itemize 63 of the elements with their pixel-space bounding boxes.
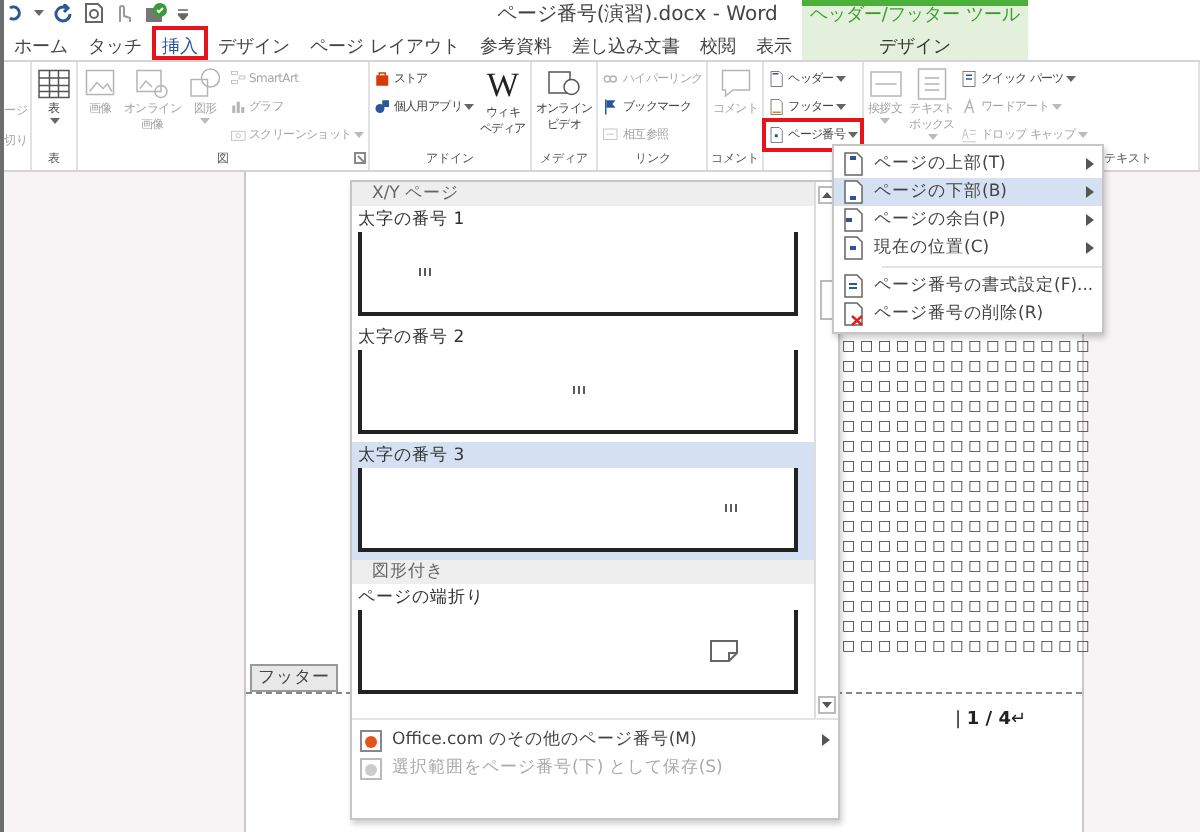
shapes-icon (187, 66, 224, 102)
comment-icon (717, 66, 754, 102)
gallery-item[interactable]: 太字の番号 3 (352, 442, 814, 560)
dropcap-icon (960, 126, 979, 144)
scroll-up-icon[interactable] (818, 186, 836, 204)
menu-item[interactable]: ページの余白(P) (834, 206, 1102, 234)
scrollbar[interactable] (814, 182, 838, 718)
submenu-arrow-icon (1086, 158, 1094, 170)
submenu-arrow-icon (1086, 242, 1094, 254)
page-number-mark-icon (724, 504, 738, 512)
caret-icon (34, 10, 44, 16)
ribbon-tab[interactable]: 差し込み文書 (561, 26, 690, 60)
redo-icon[interactable] (54, 3, 74, 23)
page-top-icon (842, 152, 864, 176)
gallery-section-title: X/Y ページ (352, 182, 814, 206)
contextual-tab-header: ヘッダー/フッター ツール (807, 6, 1022, 26)
page-margin-icon (842, 208, 864, 232)
menu-item[interactable]: ページ番号の書式設定(F)... (834, 272, 1102, 300)
undo-icon[interactable] (8, 4, 24, 22)
gallery-menu-item[interactable]: Office.com のその他のページ番号(M) (352, 726, 838, 754)
table-icon (36, 66, 72, 102)
bookmark-icon (602, 98, 621, 116)
page-number-mark-icon (571, 386, 585, 394)
footer-tag: フッター (250, 664, 338, 692)
submenu-arrow-icon (1086, 186, 1094, 198)
remove-page-number-icon (842, 302, 864, 326)
store-icon (373, 70, 392, 88)
page-number-icon (768, 126, 787, 144)
customize-icon[interactable] (178, 7, 188, 19)
wordart-icon (960, 98, 979, 116)
submenu-arrow-icon (1086, 214, 1094, 226)
page-number-text: | 1 / 4↵ (954, 710, 1026, 730)
ribbon-tab[interactable]: タッチ (78, 26, 152, 60)
gallery-section-title: 図形付き (352, 560, 814, 584)
scroll-down-icon[interactable] (818, 696, 836, 714)
ribbon-tab[interactable]: 挿入 (152, 26, 208, 60)
chart-icon (229, 98, 248, 116)
print-preview-icon[interactable] (84, 2, 104, 24)
ribbon-tab[interactable]: デザイン (208, 26, 300, 60)
ribbon-tab[interactable]: 校閲 (689, 26, 746, 60)
submenu-arrow-icon (822, 734, 830, 746)
window-title: ページ番号(演習).docx - Word (496, 1, 778, 27)
ribbon-tab[interactable]: 参考資料 (469, 26, 562, 60)
folded-corner-icon (710, 639, 738, 661)
dialog-launcher-icon[interactable] (353, 152, 366, 164)
screenshot-icon (229, 126, 248, 144)
current-position-icon (842, 236, 864, 260)
menu-item[interactable]: ページの上部(T) (834, 150, 1102, 178)
menu-item[interactable]: 現在の位置(C) (834, 234, 1102, 262)
footer-icon (768, 98, 787, 116)
textbox-icon (914, 66, 950, 102)
format-page-number-icon (842, 274, 864, 298)
menu-item[interactable]: ページ番号の削除(R) (834, 300, 1102, 328)
header-icon (768, 70, 787, 88)
menu-item[interactable]: ページの下部(B) (834, 178, 1102, 206)
ribbon-tab[interactable]: ページ レイアウト (300, 26, 470, 60)
ribbon-tab[interactable]: ホーム (4, 26, 78, 60)
ribbon-tab[interactable]: 表示 (745, 26, 802, 60)
check-icon[interactable] (144, 2, 168, 24)
online-picture-icon (134, 66, 171, 102)
page-bottom-icon (842, 180, 864, 204)
hyperlink-icon (602, 70, 621, 88)
page-number-mark-icon (418, 268, 432, 276)
